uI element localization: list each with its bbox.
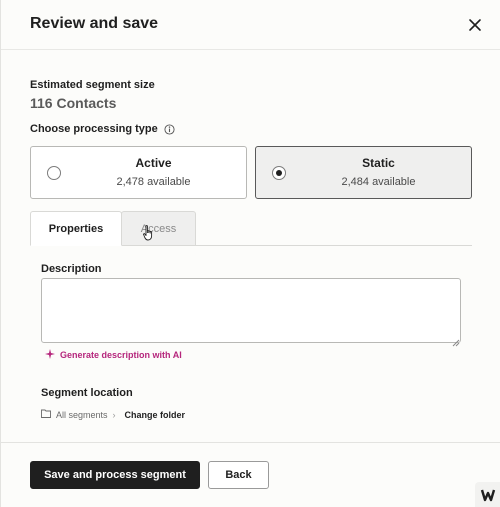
- change-folder-link[interactable]: Change folder: [125, 410, 186, 420]
- estimated-size-label: Estimated segment size: [30, 79, 155, 91]
- active-option-title: Active: [135, 156, 172, 170]
- review-and-save-panel: Review and save Estimated segment size 1…: [0, 0, 500, 507]
- estimated-size-value: 116 Contacts: [30, 95, 117, 111]
- processing-option-static[interactable]: Static 2,484 available: [255, 146, 472, 199]
- sparkle-icon: [45, 349, 55, 361]
- segment-location-row: All segments › Change folder: [41, 409, 185, 420]
- segment-location-label: Segment location: [41, 387, 133, 399]
- location-path: All segments: [56, 409, 108, 420]
- info-icon[interactable]: [164, 123, 175, 135]
- back-button[interactable]: Back: [208, 461, 269, 489]
- panel-header: Review and save: [1, 0, 500, 50]
- tab-properties[interactable]: Properties: [30, 211, 122, 246]
- description-field[interactable]: [41, 278, 461, 343]
- footer-divider: [1, 442, 500, 443]
- panel-title: Review and save: [30, 15, 159, 32]
- chevron-right-icon: ›: [112, 409, 116, 420]
- static-option-title: Static: [362, 156, 395, 170]
- generate-description-ai-label: Generate description with AI: [60, 350, 182, 360]
- processing-type-label-text: Choose processing type: [30, 123, 158, 135]
- processing-option-active[interactable]: Active 2,478 available: [30, 146, 247, 199]
- description-label: Description: [41, 263, 102, 275]
- processing-type-label: Choose processing type: [30, 123, 175, 135]
- tab-access[interactable]: Access: [121, 211, 196, 246]
- folder-icon: [41, 409, 51, 420]
- brand-logo-icon: [475, 482, 500, 507]
- generate-description-ai-link[interactable]: Generate description with AI: [45, 349, 182, 361]
- static-option-count: 2,484 available: [341, 176, 416, 188]
- resize-grip-icon[interactable]: [452, 334, 460, 347]
- save-and-process-button[interactable]: Save and process segment: [30, 461, 200, 489]
- close-icon[interactable]: [467, 17, 483, 33]
- active-option-count: 2,478 available: [116, 176, 191, 188]
